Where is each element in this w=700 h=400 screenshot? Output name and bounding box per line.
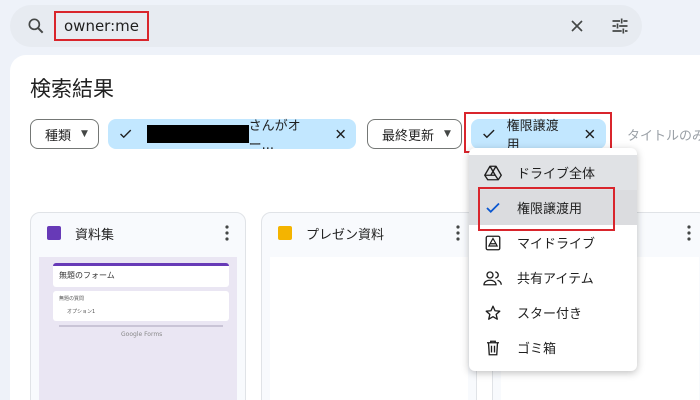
menu-item-all-drive[interactable]: ドライブ全体 <box>469 155 637 190</box>
title-only-chip[interactable]: タイトルのみ <box>627 125 700 144</box>
menu-item-label: 共有アイテム <box>517 272 594 287</box>
my-drive-icon <box>483 233 503 253</box>
menu-item-starred[interactable]: スター付き <box>469 295 637 330</box>
form-question-label: 無題の質問 <box>59 296 85 302</box>
check-icon <box>120 129 132 139</box>
menu-item-label: ドライブ全体 <box>517 167 596 182</box>
chip-label: 最終更新 <box>382 128 435 144</box>
search-icon[interactable] <box>26 16 46 36</box>
type-filter-chip[interactable]: 種類 ▼ <box>30 119 99 149</box>
chip-label: 種類 <box>45 128 72 144</box>
menu-item-label: スター付き <box>517 307 583 322</box>
form-brand: Google Forms <box>121 331 163 338</box>
more-options-icon[interactable] <box>456 225 460 241</box>
form-question: 無題の質問 オプション1 <box>53 291 229 321</box>
caret-down-icon: ▼ <box>444 129 451 139</box>
menu-item-trash[interactable]: ゴミ箱 <box>469 330 637 365</box>
menu-item-shared[interactable]: 共有アイテム <box>469 260 637 295</box>
redacted-owner-name <box>147 125 249 143</box>
highlight-box <box>478 187 615 231</box>
form-question-option: オプション1 <box>67 309 96 315</box>
shared-people-icon <box>483 268 503 288</box>
more-options-icon[interactable] <box>225 225 229 241</box>
file-card[interactable]: 資料集 無題のフォーム 無題の質問 オプション1 Google Forms <box>30 212 246 400</box>
owner-filter-chip[interactable]: さんがオー... <box>108 119 356 153</box>
menu-item-label: ゴミ箱 <box>517 342 557 357</box>
search-input[interactable]: owner:me <box>54 11 149 41</box>
star-icon <box>483 303 503 323</box>
modified-filter-chip[interactable]: 最終更新 ▼ <box>367 119 462 149</box>
page-title: 検索結果 <box>30 77 114 101</box>
file-thumbnail: 無題のフォーム 無題の質問 オプション1 Google Forms <box>39 257 237 400</box>
close-icon[interactable] <box>333 126 348 142</box>
file-name: プレゼン資料 <box>306 227 385 243</box>
search-options-icon[interactable] <box>610 16 630 36</box>
search-bar[interactable]: owner:me <box>10 5 642 47</box>
chip-label: さんがオー... <box>248 119 301 153</box>
file-card[interactable]: プレゼン資料 <box>261 212 477 400</box>
form-icon <box>47 226 61 240</box>
form-title: 無題のフォーム <box>53 263 229 287</box>
drive-icon <box>483 163 503 183</box>
caret-down-icon: ▼ <box>81 129 88 139</box>
location-dropdown-menu: ドライブ全体 権限譲渡用 マイドライブ 共有アイテム スター付き ゴミ箱 <box>469 148 637 371</box>
form-footer-line <box>59 325 223 327</box>
more-options-icon[interactable] <box>687 225 691 241</box>
file-name: 資料集 <box>75 227 115 243</box>
slides-icon <box>278 226 292 240</box>
close-icon[interactable] <box>567 16 587 36</box>
trash-icon <box>483 338 503 358</box>
file-thumbnail <box>270 257 468 400</box>
menu-item-label: マイドライブ <box>517 237 596 252</box>
highlight-box <box>464 112 612 153</box>
